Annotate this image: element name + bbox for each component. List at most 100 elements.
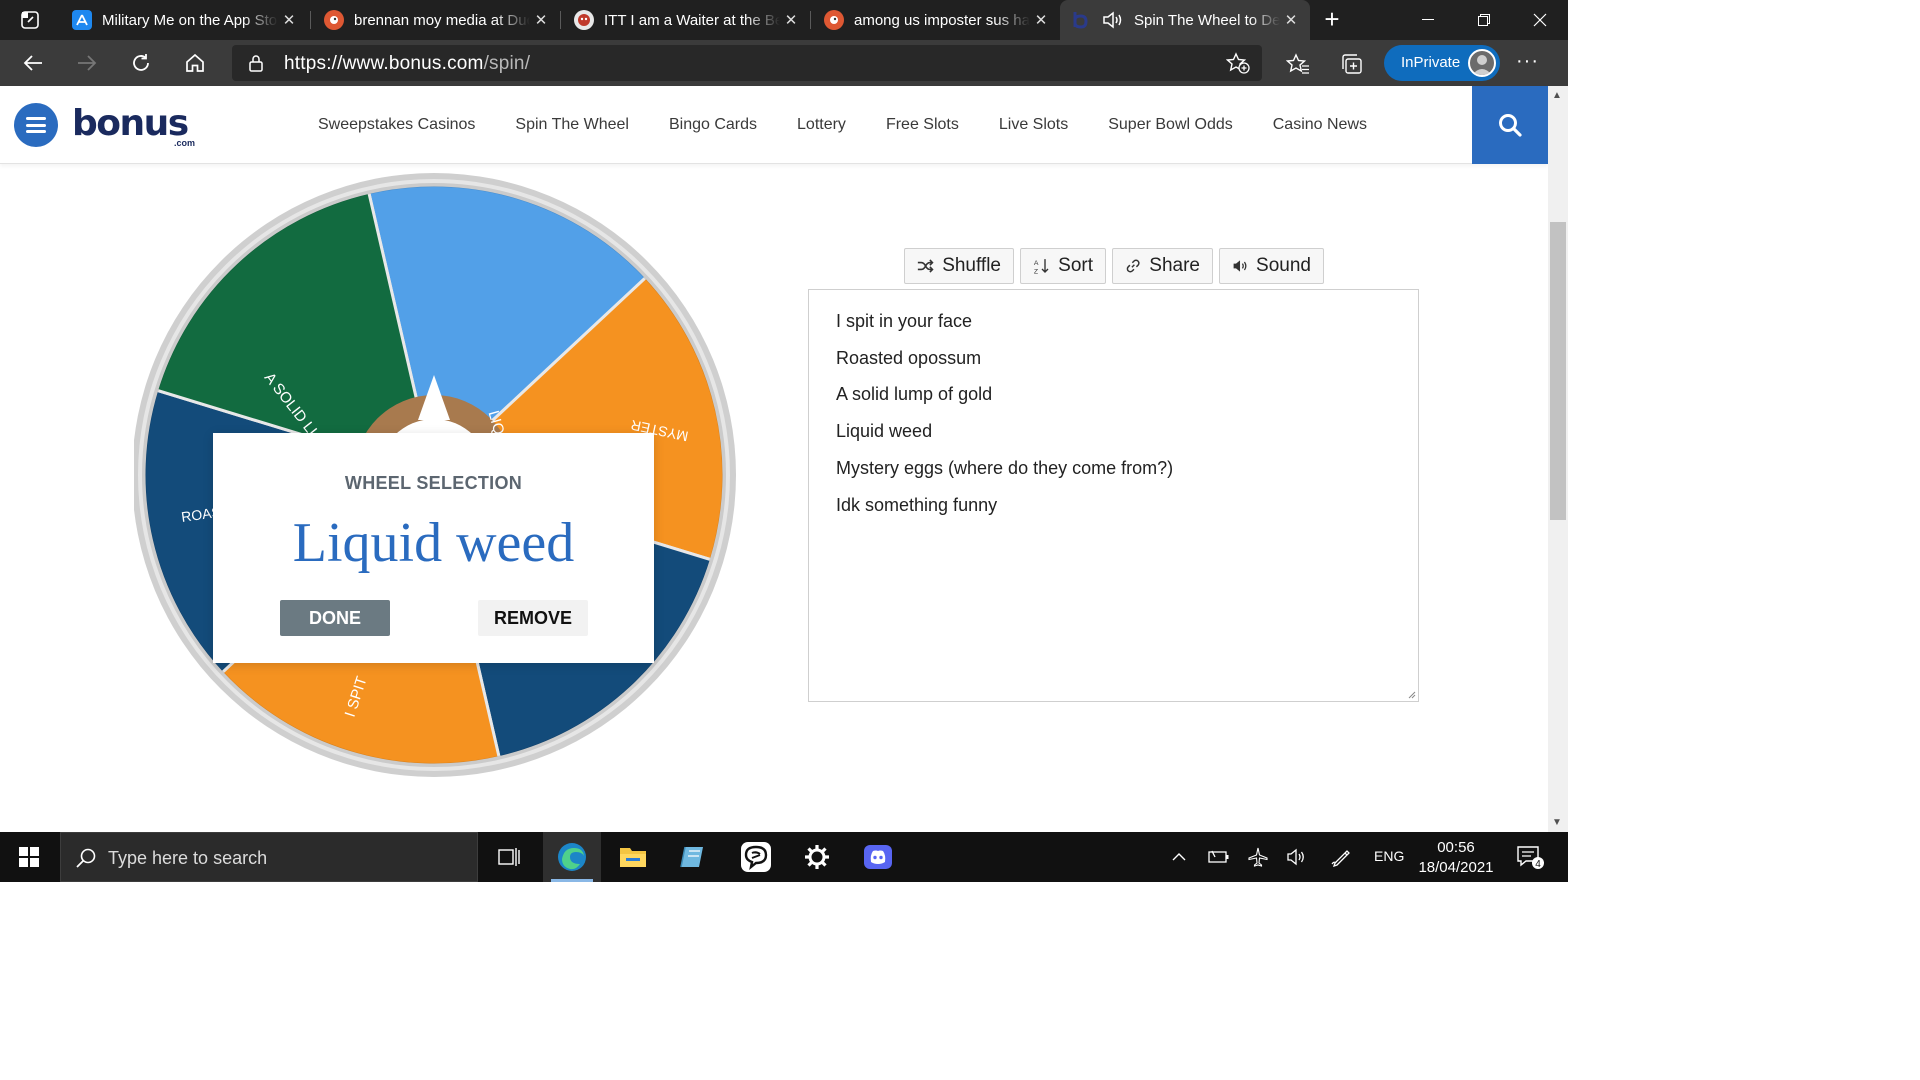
search-icon [1499,114,1522,137]
pen-tray[interactable] [1326,832,1356,882]
tab-actions-button[interactable] [8,6,52,34]
tab-brennan-moy[interactable]: brennan moy media at DuckDuckGo ✕ [310,0,560,40]
language-indicator[interactable]: ENG [1374,848,1404,864]
site-logo[interactable]: bonus [72,104,189,144]
folder-icon [620,848,646,867]
nav-free-slots[interactable]: Free Slots [886,116,959,134]
page-scrollbar[interactable]: ▲ ▼ [1548,86,1568,832]
inprivate-button[interactable]: InPrivate [1384,45,1500,81]
taskbar-app-chat[interactable] [727,832,785,882]
forward-button[interactable] [70,47,104,79]
minimize-button[interactable] [1400,0,1456,40]
taskbar-clock[interactable]: 00:56 18/04/2021 [1408,838,1504,878]
address-bar[interactable]: https://www.bonus.com/spin/ [232,45,1262,81]
new-tab-button[interactable]: + [1318,6,1346,34]
app-store-icon [72,10,92,30]
nav-lottery[interactable]: Lottery [797,116,846,134]
volume-icon [1287,848,1304,866]
start-button[interactable] [0,832,58,882]
entry-line: Idk something funny [836,495,998,515]
tab-spin-the-wheel[interactable]: Spin The Wheel to Decide ✕ [1060,0,1310,40]
entry-line: I spit in your face [836,311,973,331]
chevron-up-icon [1172,853,1186,861]
scroll-down-arrow-icon[interactable]: ▼ [1552,817,1562,828]
tab-close-icon[interactable]: ✕ [1030,11,1052,29]
notification-count: 4 [1535,859,1541,870]
speaker-icon [1233,260,1247,272]
resize-grip-icon[interactable] [1406,689,1416,699]
sort-button[interactable]: AZ Sort [1020,248,1106,284]
done-button[interactable]: DONE [280,600,390,636]
tab-itt-waiter[interactable]: ITT I am a Waiter at the Best ✕ [560,0,810,40]
add-favorite-icon[interactable] [1226,52,1250,74]
gear-icon [805,845,829,869]
note-app-icon [680,846,703,868]
close-window-button[interactable] [1512,0,1568,40]
speaker-icon[interactable] [1102,10,1124,30]
entries-textarea[interactable]: I spit in your face Roasted opossum A so… [808,289,1419,702]
nav-spin-the-wheel[interactable]: Spin The Wheel [515,116,629,134]
taskbar-settings[interactable] [788,832,846,882]
hamburger-icon [26,117,46,120]
scrollbar-thumb[interactable] [1550,222,1566,520]
taskbar-search-box[interactable]: Type here to search [60,832,478,882]
sound-button[interactable]: Sound [1219,248,1324,284]
settings-more-button[interactable]: ··· [1516,50,1539,73]
hamburger-menu-button[interactable] [14,103,58,147]
battery-tray[interactable] [1204,832,1234,882]
remove-button[interactable]: REMOVE [478,600,588,636]
home-button[interactable] [178,47,212,79]
nav-sweepstakes-casinos[interactable]: Sweepstakes Casinos [318,116,475,134]
shuffle-label: Shuffle [942,255,1001,276]
back-arrow-icon [23,55,42,71]
forward-arrow-icon [78,55,97,71]
tab-title: brennan moy media at DuckDuckGo [354,11,530,29]
notification-icon: 4 [1517,846,1544,870]
scroll-up-arrow-icon[interactable]: ▲ [1552,90,1562,101]
refresh-button[interactable] [124,47,158,79]
site-icon [574,10,594,30]
tab-military-me[interactable]: Military Me on the App Store ✕ [58,0,308,40]
collections-icon [1342,54,1362,74]
battery-icon [1208,850,1229,863]
lock-icon[interactable] [248,54,264,72]
taskbar-discord[interactable] [849,832,907,882]
sound-label: Sound [1256,255,1311,276]
action-center-button[interactable]: 4 [1510,832,1550,882]
task-view-button[interactable] [480,832,538,882]
favorites-button[interactable] [1284,50,1312,78]
taskbar-file-explorer[interactable] [604,832,662,882]
show-hidden-icons-button[interactable] [1164,832,1194,882]
sort-icon: AZ [1034,259,1049,276]
tab-title: among us imposter sus ha [854,11,1030,29]
url-text[interactable]: https://www.bonus.com/spin/ [284,53,530,75]
taskbar-edge[interactable] [543,832,601,882]
nav-bingo-cards[interactable]: Bingo Cards [669,116,757,134]
share-button[interactable]: Share [1112,248,1213,284]
back-button[interactable] [16,47,50,79]
nav-live-slots[interactable]: Live Slots [999,116,1068,134]
windows-logo-icon [19,847,39,867]
duckduckgo-icon [324,10,344,30]
tab-actions-icon [21,11,39,29]
tab-close-icon[interactable]: ✕ [530,11,552,29]
profile-avatar [1468,49,1496,77]
home-icon [186,53,204,72]
volume-tray[interactable] [1282,832,1312,882]
network-tray[interactable] [1243,832,1273,882]
active-indicator [551,879,593,882]
restore-button[interactable] [1456,0,1512,40]
taskbar-app-note[interactable] [665,832,723,882]
shuffle-button[interactable]: Shuffle [904,248,1014,284]
tab-close-icon[interactable]: ✕ [278,11,300,29]
tab-among-us[interactable]: among us imposter sus ha ✕ [810,0,1060,40]
nav-super-bowl-odds[interactable]: Super Bowl Odds [1108,116,1233,134]
hamburger-icon-bar [26,130,46,133]
airplane-mode-icon [1248,847,1268,867]
tab-close-icon[interactable]: ✕ [780,11,802,29]
tab-close-icon[interactable]: ✕ [1280,11,1302,29]
collections-button[interactable] [1338,50,1366,78]
site-search-button[interactable] [1472,86,1548,164]
entry-line: Mystery eggs (where do they come from?) [836,458,1174,478]
nav-casino-news[interactable]: Casino News [1273,116,1367,134]
